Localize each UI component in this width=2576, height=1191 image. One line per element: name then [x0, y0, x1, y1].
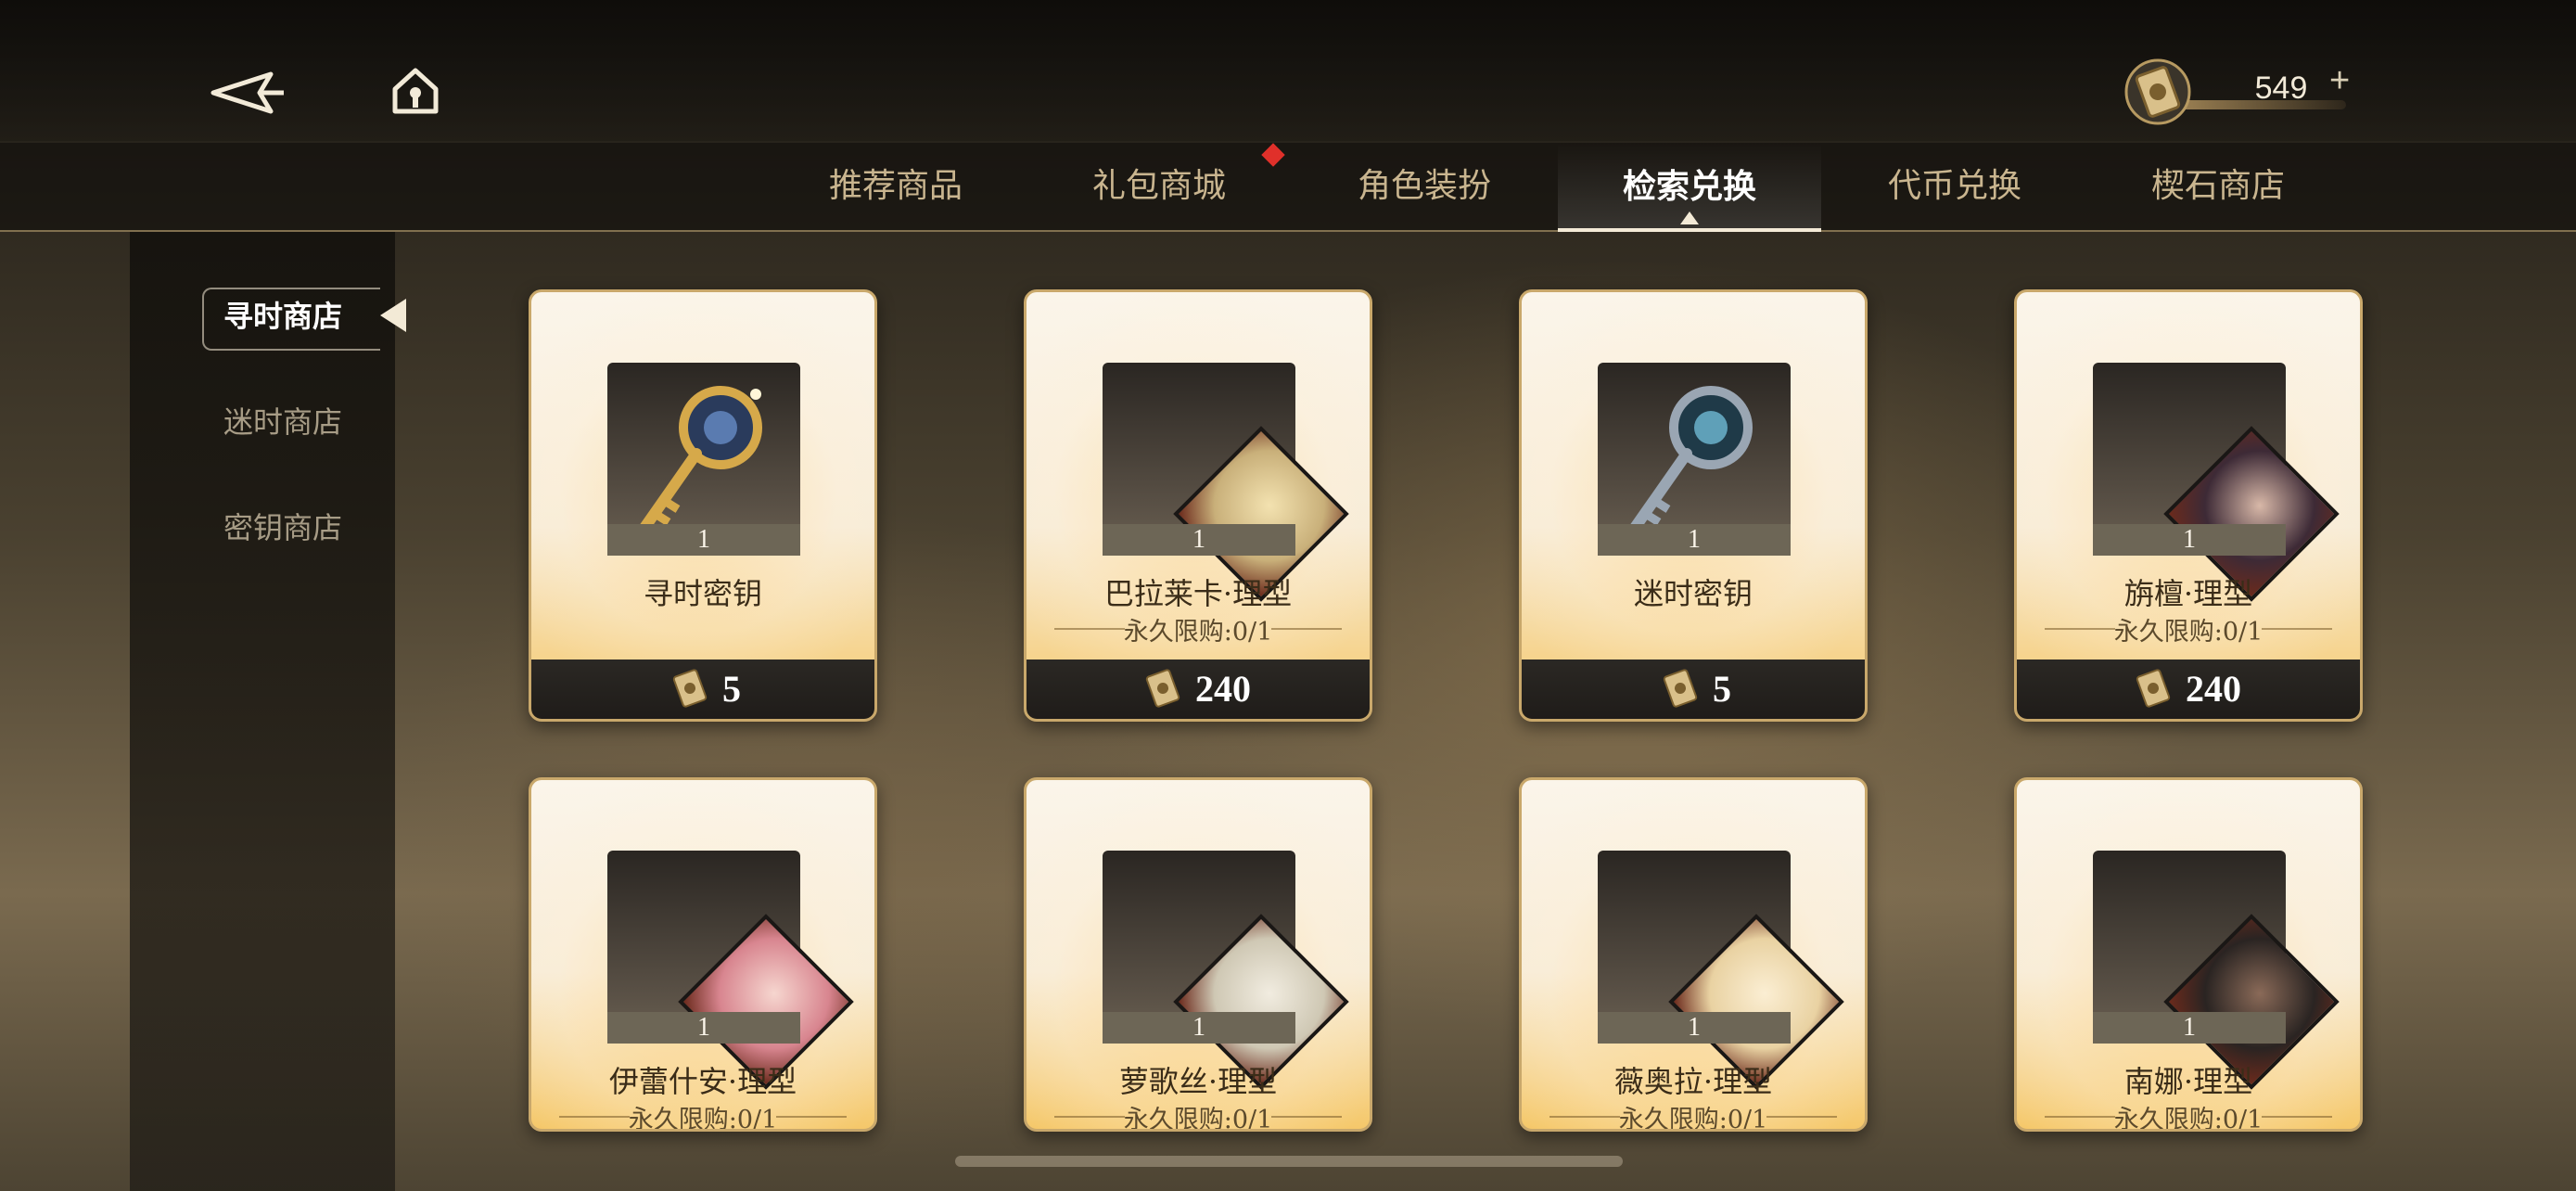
item-price: 5: [1713, 668, 1731, 710]
divider: [2262, 628, 2332, 630]
sidebar-item-seek-time-shop[interactable]: 寻时商店: [150, 286, 415, 347]
divider: [1271, 628, 1342, 630]
item-name: 萝歌丝·理型: [1118, 1064, 1278, 1099]
item-name: 旃檀·理型: [2123, 576, 2253, 611]
home-icon[interactable]: [389, 65, 441, 117]
item-name: 南娜·理型: [2123, 1064, 2253, 1099]
category-tabs: 推荐商品 礼包商城 角色装扮 检索兑换 代币兑换 楔石商店: [0, 143, 2576, 232]
item-quantity: 1: [1103, 524, 1295, 556]
item-quantity: 1: [1103, 1012, 1295, 1044]
item-quantity: 1: [2093, 1012, 2286, 1044]
price-bar: 5: [1522, 660, 1865, 719]
home-indicator[interactable]: [955, 1156, 1623, 1167]
item-price: 240: [2186, 668, 2241, 710]
price-bar: 240: [1027, 660, 1370, 719]
ticket-coin-icon: [672, 669, 708, 708]
divider: [776, 1116, 847, 1118]
back-arrow-icon[interactable]: [206, 65, 289, 121]
tab-outfits[interactable]: 角色装扮: [1293, 143, 1556, 230]
sub-shop-sidebar: 寻时商店 迷时商店 密钥商店: [130, 232, 406, 1191]
top-bar: 549 +: [0, 0, 2576, 141]
item-price: 240: [1195, 668, 1251, 710]
currency-amount: 549: [2254, 70, 2308, 106]
item-price: 5: [722, 668, 741, 710]
item-quantity: 1: [607, 524, 800, 556]
item-name: 寻时密钥: [643, 576, 762, 611]
product-card[interactable]: 1 伊蕾什安·理型 永久限购:0/1: [529, 777, 877, 1132]
tab-recommended[interactable]: 推荐商品: [764, 143, 1027, 230]
price-bar: 5: [531, 660, 874, 719]
item-quantity: 1: [2093, 524, 2286, 556]
product-card[interactable]: 1 迷时密钥 5: [1519, 289, 1868, 722]
product-card[interactable]: 1 萝歌丝·理型 永久限购:0/1: [1024, 777, 1372, 1132]
product-card[interactable]: 1 巴拉莱卡·理型 永久限购:0/1 240: [1024, 289, 1372, 722]
product-card[interactable]: 1 旃檀·理型 永久限购:0/1 240: [2014, 289, 2363, 722]
tab-gift-packs[interactable]: 礼包商城: [1027, 143, 1291, 230]
sidebar-item-key-shop[interactable]: 密钥商店: [150, 497, 415, 558]
item-name: 巴拉莱卡·理型: [1103, 576, 1293, 611]
product-card[interactable]: 1 南娜·理型 永久限购:0/1: [2014, 777, 2363, 1132]
item-quantity: 1: [1598, 1012, 1791, 1044]
item-quantity: 1: [1598, 524, 1791, 556]
divider: [2262, 1116, 2332, 1118]
active-tab-caret-icon: [1680, 211, 1699, 224]
ticket-coin-icon: [2136, 669, 2171, 708]
ticket-coin-icon: [1145, 669, 1180, 708]
item-name: 伊蕾什安·理型: [608, 1064, 797, 1099]
product-card[interactable]: 1 薇奥拉·理型 永久限购:0/1: [1519, 777, 1868, 1132]
tab-wedge-stone-shop[interactable]: 楔石商店: [2086, 143, 2350, 230]
product-card[interactable]: 1 寻时密钥 5: [529, 289, 877, 722]
tab-token-exchange[interactable]: 代币兑换: [1823, 143, 2086, 230]
divider: [1766, 1116, 1837, 1118]
divider: [1271, 1116, 1342, 1118]
item-name: 薇奥拉·理型: [1613, 1064, 1773, 1099]
ticket-coin-icon: [2123, 58, 2192, 126]
item-quantity: 1: [607, 1012, 800, 1044]
item-name: 迷时密钥: [1633, 576, 1753, 611]
ticket-coin-icon: [1663, 669, 1698, 708]
price-bar: 240: [2017, 660, 2360, 719]
currency-display: 549 +: [2123, 58, 2365, 132]
sidebar-item-lost-time-shop[interactable]: 迷时商店: [150, 391, 415, 453]
add-currency-button[interactable]: +: [2329, 61, 2350, 101]
